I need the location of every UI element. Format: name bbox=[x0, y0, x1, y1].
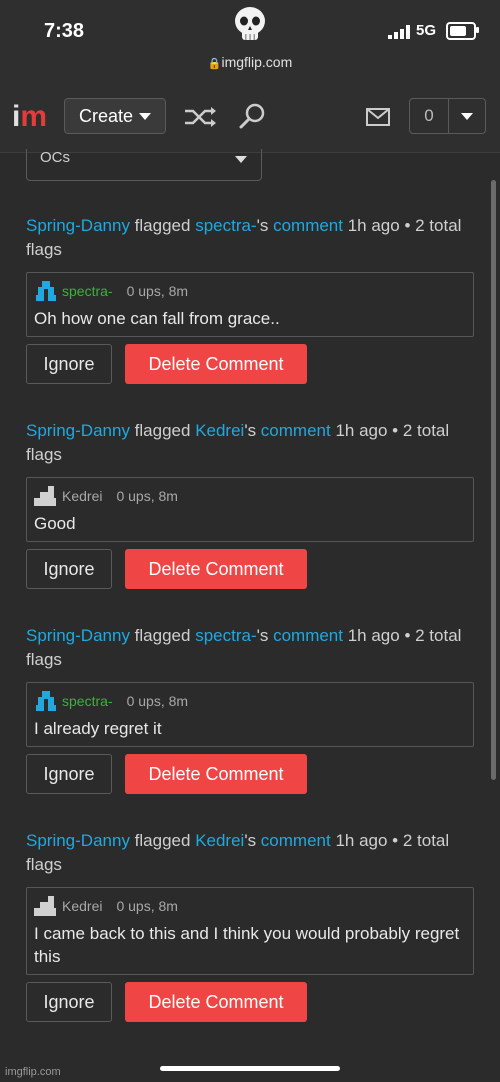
target-user-link[interactable]: spectra- bbox=[195, 626, 256, 645]
possessive: 's bbox=[256, 216, 274, 235]
possessive: 's bbox=[244, 831, 261, 850]
comment-author[interactable]: spectra- bbox=[62, 693, 113, 709]
flag-entry: Spring-Danny flagged Kedrei's comment 1h… bbox=[26, 419, 476, 589]
avatar-icon bbox=[36, 281, 56, 301]
mail-icon[interactable] bbox=[366, 108, 390, 126]
comment-link[interactable]: comment bbox=[273, 216, 343, 235]
flagged-comment: Kedrei 0 ups, 8m Good bbox=[26, 477, 474, 542]
watermark: imgflip.com bbox=[5, 1066, 61, 1078]
scrollbar[interactable] bbox=[491, 180, 496, 780]
comment-text: Oh how one can fall from grace.. bbox=[34, 309, 280, 328]
lock-icon: 🔒 bbox=[207, 58, 222, 70]
flagger-link[interactable]: Spring-Danny bbox=[26, 831, 130, 850]
signal-icon bbox=[388, 25, 410, 39]
ignore-button[interactable]: Ignore bbox=[26, 754, 112, 794]
status-bar: 7:38 5G 🔒imgflip.com bbox=[0, 0, 500, 80]
comment-author[interactable]: spectra- bbox=[62, 283, 113, 299]
comment-meta: 0 ups, 8m bbox=[126, 693, 189, 709]
comment-meta: 0 ups, 8m bbox=[116, 488, 178, 504]
flag-entry: Spring-Danny flagged Kedrei's comment 1h… bbox=[26, 829, 476, 1022]
target-user-link[interactable]: Kedrei bbox=[195, 421, 244, 440]
battery-tip bbox=[476, 27, 479, 33]
create-button[interactable]: Create bbox=[64, 98, 166, 134]
search-icon[interactable] bbox=[238, 102, 266, 130]
battery-icon bbox=[446, 22, 476, 40]
flagger-link[interactable]: Spring-Danny bbox=[26, 421, 130, 440]
comment-meta: 0 ups, 8m bbox=[116, 898, 178, 914]
comment-meta: 0 ups, 8m bbox=[126, 283, 189, 299]
flagger-link[interactable]: Spring-Danny bbox=[26, 216, 130, 235]
stream-select[interactable]: OCs bbox=[26, 149, 262, 181]
chevron-down-icon bbox=[139, 112, 152, 120]
comment-text: Good bbox=[34, 514, 76, 533]
avatar-icon bbox=[34, 896, 56, 916]
network-label: 5G bbox=[416, 22, 437, 39]
ignore-button[interactable]: Ignore bbox=[26, 344, 112, 384]
delete-comment-button[interactable]: Delete Comment bbox=[125, 344, 307, 384]
flagged-comment: spectra- 0 ups, 8m Oh how one can fall f… bbox=[26, 272, 474, 337]
flag-entry: Spring-Danny flagged spectra-'s comment … bbox=[26, 624, 476, 794]
delete-comment-button[interactable]: Delete Comment bbox=[125, 549, 307, 589]
chevron-down-icon bbox=[235, 156, 247, 163]
possessive: 's bbox=[244, 421, 261, 440]
flagged-comment: Kedrei 0 ups, 8m I came back to this and… bbox=[26, 887, 474, 975]
flag-verb: flagged bbox=[129, 216, 196, 235]
avatar-icon bbox=[34, 486, 56, 506]
target-user-link[interactable]: spectra- bbox=[195, 216, 256, 235]
flag-verb: flagged bbox=[129, 421, 196, 440]
clock: 7:38 bbox=[44, 20, 85, 42]
address-bar[interactable]: 🔒imgflip.com bbox=[0, 54, 500, 70]
comment-link[interactable]: comment bbox=[261, 831, 331, 850]
comment-link[interactable]: comment bbox=[273, 626, 343, 645]
ignore-button[interactable]: Ignore bbox=[26, 549, 112, 589]
flag-entry: Spring-Danny flagged spectra-'s comment … bbox=[26, 214, 476, 384]
target-user-link[interactable]: Kedrei bbox=[195, 831, 244, 850]
shuffle-icon[interactable] bbox=[184, 106, 218, 128]
flag-summary: Spring-Danny flagged spectra-'s comment … bbox=[26, 214, 476, 262]
flag-summary: Spring-Danny flagged Kedrei's comment 1h… bbox=[26, 419, 476, 467]
comment-text: I already regret it bbox=[34, 719, 162, 738]
home-indicator[interactable] bbox=[160, 1066, 340, 1071]
comment-text: I came back to this and I think you woul… bbox=[34, 924, 460, 966]
comment-author[interactable]: Kedrei bbox=[62, 488, 102, 504]
possessive: 's bbox=[256, 626, 274, 645]
flagged-comment: spectra- 0 ups, 8m I already regret it bbox=[26, 682, 474, 747]
flagger-link[interactable]: Spring-Danny bbox=[26, 626, 130, 645]
logo-m: m bbox=[20, 100, 48, 133]
stream-select-value: OCs bbox=[40, 149, 70, 166]
create-label: Create bbox=[78, 105, 134, 126]
comment-author[interactable]: Kedrei bbox=[62, 898, 102, 914]
chevron-down-icon bbox=[461, 112, 473, 120]
flag-verb: flagged bbox=[129, 831, 196, 850]
flag-verb: flagged bbox=[129, 626, 196, 645]
ignore-button[interactable]: Ignore bbox=[26, 982, 112, 1022]
delete-comment-button[interactable]: Delete Comment bbox=[125, 982, 307, 1022]
notification-count: 0 bbox=[410, 99, 449, 133]
flag-summary: Spring-Danny flagged Kedrei's comment 1h… bbox=[26, 829, 476, 877]
notifications-dropdown[interactable]: 0 bbox=[409, 98, 486, 134]
skull-emoji-icon bbox=[235, 7, 265, 40]
site-header: im Create 0 bbox=[0, 80, 500, 153]
delete-comment-button[interactable]: Delete Comment bbox=[125, 754, 307, 794]
flag-summary: Spring-Danny flagged spectra-'s comment … bbox=[26, 624, 476, 672]
comment-link[interactable]: comment bbox=[261, 421, 331, 440]
url-text: imgflip.com bbox=[221, 54, 293, 70]
avatar-icon bbox=[36, 691, 56, 711]
imgflip-logo[interactable]: im bbox=[12, 102, 47, 132]
